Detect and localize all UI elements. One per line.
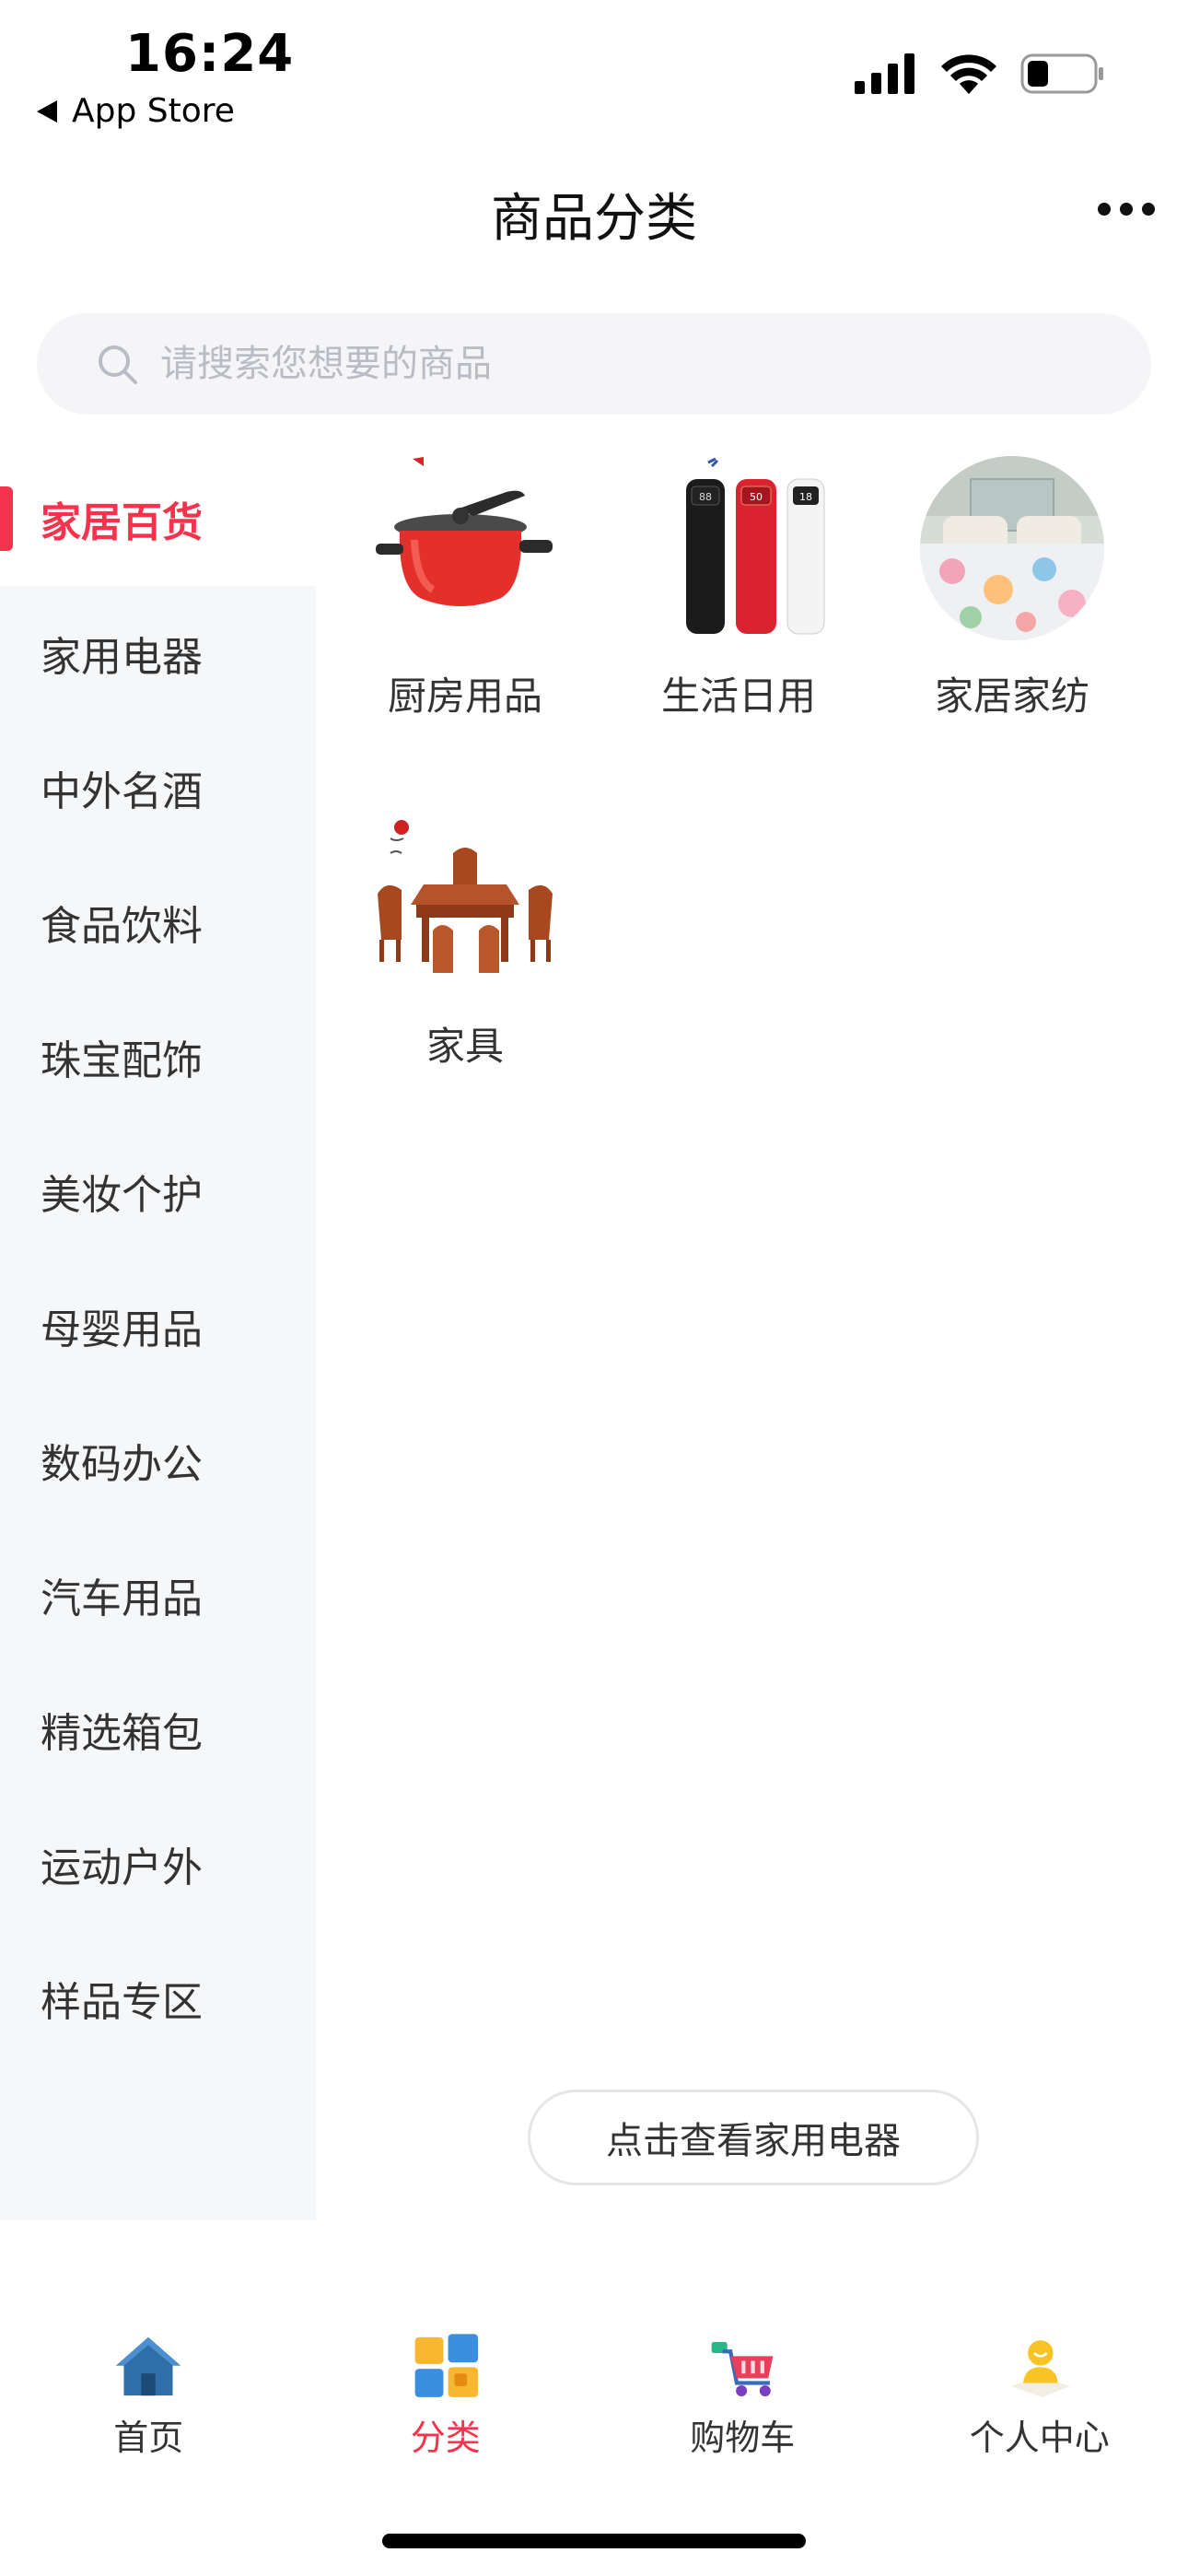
pressure-cooker-image xyxy=(376,457,553,606)
status-bar: 16:24 App Store xyxy=(0,0,1188,147)
tab-label: 首页 xyxy=(113,2418,184,2458)
sidebar-item-home-goods[interactable]: 家居百货 xyxy=(0,451,316,586)
sidebar-item-appliances[interactable]: 家用电器 xyxy=(0,586,316,720)
category-home-textiles[interactable]: 家居家纺 xyxy=(888,451,1136,721)
sidebar-item-label: 家居百货 xyxy=(41,499,203,546)
svg-text:88: 88 xyxy=(699,491,712,503)
tab-label: 购物车 xyxy=(690,2418,796,2458)
sidebar-item-jewelry[interactable]: 珠宝配饰 xyxy=(0,989,316,1124)
bedding-image xyxy=(920,456,1104,640)
user-icon xyxy=(1010,2340,1071,2397)
sidebar-item-beauty[interactable]: 美妆个护 xyxy=(0,1124,316,1259)
home-indicator xyxy=(382,2534,806,2548)
tab-profile[interactable]: 个人中心 xyxy=(891,2276,1188,2460)
back-label: App Store xyxy=(72,92,235,130)
nav-bar: 商品分类 xyxy=(0,157,1188,267)
category-label: 厨房用品 xyxy=(387,673,542,719)
tab-label: 分类 xyxy=(410,2418,481,2458)
svg-text:18: 18 xyxy=(799,491,812,503)
sidebar-item-outdoor[interactable]: 运动户外 xyxy=(0,1797,316,1931)
sidebar-item-samples[interactable]: 样品专区 xyxy=(0,1931,316,2066)
sidebar-item-label: 汽车用品 xyxy=(41,1575,203,1622)
tab-bar: 首页 分类 购物车 个人中心 xyxy=(0,2276,1188,2460)
thermos-bottles-image: 88 50 18 xyxy=(686,457,825,635)
house-icon xyxy=(116,2336,181,2396)
more-menu-icon[interactable] xyxy=(1098,203,1155,216)
sidebar-item-auto[interactable]: 汽车用品 xyxy=(0,1528,316,1662)
search-bar[interactable] xyxy=(37,313,1151,415)
sidebar-item-label: 中外名酒 xyxy=(41,768,203,815)
svg-text:50: 50 xyxy=(750,491,763,503)
sidebar-item-label: 母婴用品 xyxy=(41,1306,203,1353)
sidebar-item-food-drinks[interactable]: 食品饮料 xyxy=(0,855,316,989)
category-daily-use[interactable]: 88 50 18 生活日用 xyxy=(614,451,863,721)
sidebar-item-label: 家用电器 xyxy=(41,634,203,681)
category-furniture[interactable]: 家具 xyxy=(341,802,589,1071)
category-label: 家具 xyxy=(425,1024,504,1069)
sidebar-item-bags[interactable]: 精选箱包 xyxy=(0,1662,316,1797)
status-time: 16:24 xyxy=(125,24,295,84)
sidebar-item-label: 运动户外 xyxy=(41,1844,203,1891)
battery-icon xyxy=(1020,53,1103,94)
cart-icon xyxy=(711,2341,774,2397)
sidebar-item-label: 数码办公 xyxy=(41,1441,203,1488)
back-to-app-store[interactable]: App Store xyxy=(37,92,235,130)
category-sidebar: 家居百货 家用电器 中外名酒 食品饮料 珠宝配饰 美妆个护 母婴用品 数码办公 … xyxy=(0,451,316,2220)
wifi-icon xyxy=(941,54,996,94)
tab-label: 个人中心 xyxy=(969,2418,1110,2458)
view-appliances-button[interactable]: 点击查看家用电器 xyxy=(528,2090,979,2185)
category-content: 厨房用品 88 50 18 生活日用 家居家纺 家具 点击查看家用电器 xyxy=(316,451,1188,2220)
tab-category[interactable]: 分类 xyxy=(297,2276,595,2460)
status-icons xyxy=(855,53,1105,94)
tab-cart[interactable]: 购物车 xyxy=(594,2276,891,2460)
sidebar-item-baby[interactable]: 母婴用品 xyxy=(0,1259,316,1393)
sidebar-item-label: 珠宝配饰 xyxy=(41,1037,203,1084)
sidebar-item-label: 精选箱包 xyxy=(41,1710,203,1757)
category-label: 生活日用 xyxy=(660,673,816,719)
furniture-image xyxy=(378,820,553,973)
tab-home[interactable]: 首页 xyxy=(0,2276,297,2460)
sidebar-item-liquor[interactable]: 中外名酒 xyxy=(0,720,316,855)
search-input[interactable] xyxy=(158,342,1083,386)
sidebar-item-digital-office[interactable]: 数码办公 xyxy=(0,1393,316,1528)
sidebar-item-label: 样品专区 xyxy=(41,1979,203,2026)
back-triangle-icon xyxy=(37,100,57,123)
page-title: 商品分类 xyxy=(491,189,697,249)
sidebar-item-label: 食品饮料 xyxy=(41,903,203,950)
category-kitchen[interactable]: 厨房用品 xyxy=(341,451,589,721)
cellular-signal-icon xyxy=(855,53,914,94)
search-icon xyxy=(99,345,137,384)
sidebar-item-label: 美妆个护 xyxy=(41,1172,203,1219)
category-label: 家居家纺 xyxy=(934,673,1089,719)
category-icon xyxy=(414,2334,478,2397)
